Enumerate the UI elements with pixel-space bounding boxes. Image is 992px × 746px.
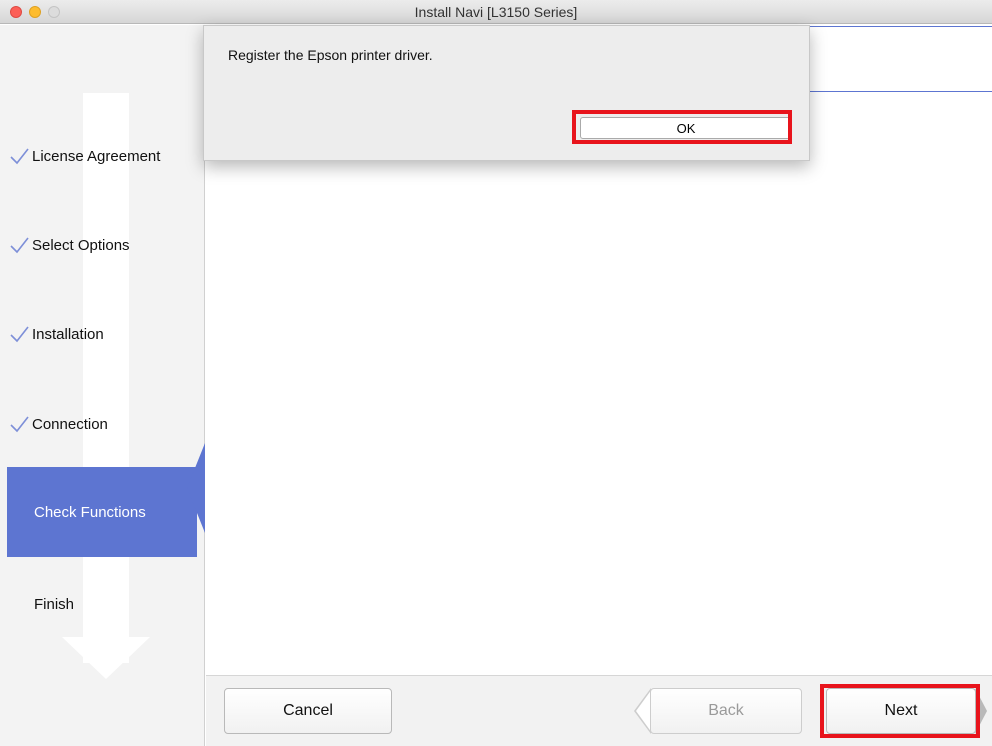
next-button-highlight [820, 684, 980, 738]
back-button[interactable]: Back [650, 688, 802, 734]
dialog-message: Register the Epson printer driver. [228, 47, 433, 63]
step-select-options: Select Options [8, 233, 130, 257]
checkmark-icon [10, 416, 29, 433]
step-check-functions: Check Functions [7, 467, 197, 557]
step-label: Finish [34, 595, 75, 613]
step-finish: Finish [8, 592, 74, 616]
checkmark-icon [10, 237, 29, 254]
step-label: Installation [32, 325, 104, 343]
checkmark-icon [10, 148, 29, 165]
step-label: License Agreement [32, 147, 161, 165]
ok-button-highlight [572, 110, 792, 144]
step-installation: Installation [8, 322, 104, 346]
progress-arrow-shaft [83, 93, 129, 663]
title-bar: Install Navi [L3150 Series] [0, 0, 992, 24]
progress-arrow-head [62, 637, 150, 679]
step-sidebar [0, 25, 205, 746]
step-label: Check Functions [34, 503, 146, 521]
checkmark-icon [10, 326, 29, 343]
cancel-button[interactable]: Cancel [224, 688, 392, 734]
step-label: Select Options [32, 236, 130, 254]
step-license-agreement: License Agreement [8, 144, 160, 168]
current-step-notch [187, 443, 205, 533]
step-connection: Connection [8, 412, 108, 436]
step-label: Connection [32, 415, 108, 433]
window-title: Install Navi [L3150 Series] [414, 4, 578, 20]
